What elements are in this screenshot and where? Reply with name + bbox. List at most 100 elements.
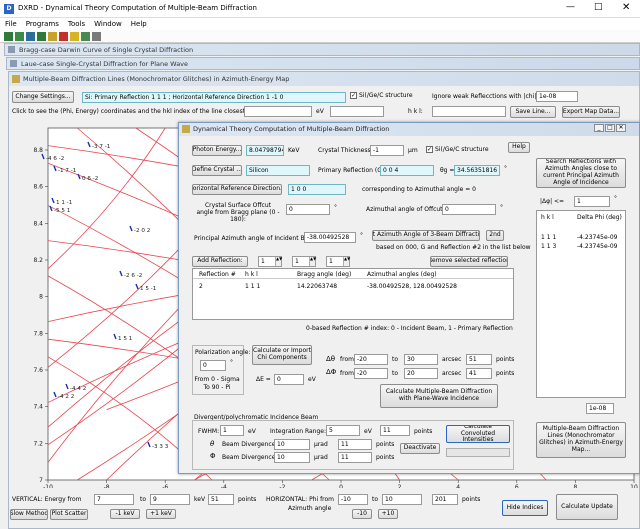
reflection-table[interactable]: Reflection # h k l Bragg angle (deg) Azi… [192, 268, 514, 320]
minimize-icon[interactable]: — [566, 2, 575, 12]
int-points-input[interactable]: 11 [380, 425, 410, 436]
theta-div-points-input[interactable]: 11 [338, 439, 372, 450]
search-results-list[interactable]: h k l Delta Phi (deg) 1 1 1 -4.23745e-09… [536, 210, 626, 398]
close-icon[interactable]: ✕ [622, 2, 630, 13]
set-azimuth-button[interactable]: Set Azimuth Angle of 3-Beam Diffraction [372, 230, 480, 241]
hide-indices-button[interactable]: Hide Indices [502, 500, 548, 516]
energy-field[interactable] [330, 106, 384, 117]
maximize-icon[interactable]: □ [594, 2, 603, 12]
ignore-weak-input[interactable]: 1e-08 [536, 91, 578, 102]
spinner-arrows-icon[interactable]: ▲▼ [309, 257, 316, 266]
azimuth-offcut-input[interactable]: 0 [442, 204, 496, 215]
dialog-minimize-icon[interactable]: _ [594, 124, 604, 132]
structure-checkbox[interactable]: ✓ Si(/Ge/C structure [350, 92, 413, 99]
minus-kev-button[interactable]: -1 keV [110, 509, 140, 519]
toolbar-tool-9-icon[interactable] [92, 32, 101, 41]
calculate-update-button[interactable]: Calculate Update [556, 494, 618, 520]
deactivate-button[interactable]: Deactivate [400, 443, 440, 454]
offcut-angle-input[interactable]: 0 [286, 204, 330, 215]
toolbar-tool-7-icon[interactable] [70, 32, 79, 41]
add-h-spinner[interactable]: 1 ▲▼ [258, 256, 282, 267]
calc-mbd-button[interactable]: Calculate Multiple-Beam Diffraction with… [380, 384, 498, 408]
phi-to-input[interactable]: 10 [382, 494, 422, 505]
toolbar-tool-2-icon[interactable] [15, 32, 24, 41]
horizontal-reference-button[interactable]: Horizontal Reference Direction... [192, 184, 282, 195]
list-dphi-1[interactable]: -4.23745e-09 [577, 234, 617, 241]
dtheta-from-input[interactable]: -20 [354, 354, 388, 365]
phi-coordinate-field[interactable] [244, 106, 312, 117]
toolbar-tool-8-icon[interactable] [81, 32, 90, 41]
menu-programs[interactable]: Programs [26, 20, 59, 28]
help-button[interactable]: Help [508, 142, 530, 153]
polarization-input[interactable]: 0 [200, 360, 226, 371]
minus-ten-button[interactable]: -10 [352, 509, 372, 519]
save-line-button[interactable]: Save Line... [510, 106, 556, 118]
list-hkl-1[interactable]: 1 1 1 [541, 234, 556, 241]
energy-to-input[interactable]: 9 [150, 494, 190, 505]
add-k-spinner[interactable]: 1 ▲▼ [292, 256, 316, 267]
menu-help[interactable]: Help [131, 20, 147, 28]
bragg-window-titlebar[interactable]: Bragg-case Darwin Curve of Single Crysta… [4, 43, 640, 56]
export-map-button[interactable]: Export Map Data... [562, 106, 620, 118]
remove-reflection-button[interactable]: Remove selected reflection [430, 256, 508, 267]
dialog-close-icon[interactable]: ✕ [616, 124, 626, 132]
toolbar-tool-5-icon[interactable] [48, 32, 57, 41]
spinner-arrows-icon[interactable]: ▲▼ [343, 257, 350, 266]
energy-points-input[interactable]: 51 [208, 494, 234, 505]
toolbar-tool-1-icon[interactable] [4, 32, 13, 41]
phi-points-input[interactable]: 201 [432, 494, 458, 505]
laue-window-titlebar[interactable]: Laue-case Single-Crystal Diffraction for… [6, 57, 640, 70]
menu-file[interactable]: File [5, 20, 17, 28]
theta-unit: ° [504, 165, 507, 172]
dphi-to-input[interactable]: 20 [404, 368, 438, 379]
dialog-structure-label: Si(/Ge/C structure [435, 146, 489, 153]
plus-kev-button[interactable]: +1 keV [146, 509, 176, 519]
mbd-dialog-titlebar[interactable]: Dynamical Theory Computation of Multiple… [179, 123, 639, 136]
dphi-to-label: to [392, 370, 399, 377]
dtheta-points-input[interactable]: 51 [466, 354, 492, 365]
azimuth-window-titlebar[interactable]: Multiple-Beam Diffraction Lines (Monochr… [9, 72, 639, 86]
theta-div-input[interactable]: 10 [274, 439, 310, 450]
x-tick-label: -8 [104, 484, 110, 488]
change-settings-button[interactable]: Change Settings... [12, 91, 74, 103]
phi-div-input[interactable]: 10 [274, 452, 310, 463]
plus-ten-button[interactable]: +10 [378, 509, 398, 519]
toolbar-tool-4-icon[interactable] [37, 32, 46, 41]
menu-window[interactable]: Window [94, 20, 122, 28]
add-l-spinner[interactable]: 1 ▲▼ [326, 256, 350, 267]
dphi-points-input[interactable]: 41 [466, 368, 492, 379]
menu-tools[interactable]: Tools [68, 20, 85, 28]
spinner-arrows-icon[interactable]: ▲▼ [275, 257, 282, 266]
photon-energy-button[interactable]: Photon Energy... [192, 145, 242, 156]
slow-method-button[interactable]: Slow Method [10, 509, 48, 520]
calc-chi-button[interactable]: Calculate or Import Chi Components [252, 345, 312, 365]
dphi-arcsec: arcsec [442, 370, 462, 377]
dtheta-to-input[interactable]: 30 [404, 354, 438, 365]
fwhm-input[interactable]: 1 [220, 425, 244, 436]
int-range-input[interactable]: 5 [326, 425, 360, 436]
threshold-input[interactable]: 1e-08 [586, 403, 614, 414]
convoluted-button[interactable]: Calculate Convoluted Intensities [446, 425, 510, 443]
define-crystal-button[interactable]: Define Crystal ... [192, 165, 242, 176]
add-reflection-button[interactable]: Add Reflection: [192, 256, 248, 267]
dialog-structure-checkbox[interactable]: ✓ Si(/Ge/C structure [426, 146, 489, 153]
list-dphi-2[interactable]: -4.23745e-09 [577, 243, 617, 250]
toolbar-tool-6-icon[interactable] [59, 32, 68, 41]
mbd-lines-button[interactable]: Multiple-Beam Diffraction Lines (Monochr… [536, 422, 626, 458]
second-button[interactable]: 2nd [486, 230, 504, 241]
energy-from-input[interactable]: 7 [94, 494, 134, 505]
dphi-from-input[interactable]: -20 [354, 368, 388, 379]
principal-azimuth-input[interactable]: -38.00492528 [304, 232, 356, 243]
dphi-limit-input[interactable]: 1 [574, 196, 610, 207]
phi-div-points-input[interactable]: 11 [338, 452, 372, 463]
list-hkl-2[interactable]: 1 1 3 [541, 243, 556, 250]
hkl-field[interactable] [432, 106, 506, 117]
plot-scatter-button[interactable]: Plot Scatter [50, 509, 88, 520]
phi-from-input[interactable]: -10 [338, 494, 368, 505]
dialog-restore-icon[interactable]: □ [605, 124, 615, 132]
table-row[interactable]: 2 1 1 1 14.22063748 -38.00492528, 128.00… [193, 282, 513, 292]
search-reflections-button[interactable]: Search Reflections with Azimuth Angles c… [536, 158, 626, 188]
delta-e-input[interactable]: 0 [274, 374, 304, 385]
crystal-thickness-input[interactable]: -1 [370, 145, 404, 156]
toolbar-tool-3-icon[interactable] [26, 32, 35, 41]
